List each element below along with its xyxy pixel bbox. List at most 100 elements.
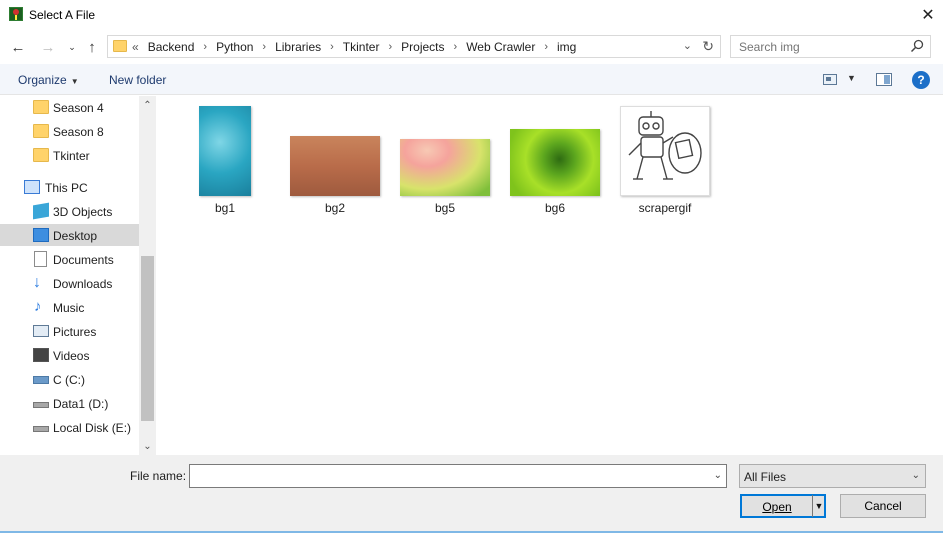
sidebar-item-3d-objects[interactable]: 3D Objects	[0, 200, 139, 222]
image-thumbnail	[290, 136, 380, 196]
back-arrow-icon: ←	[10, 38, 26, 56]
chevron-right-icon[interactable]: ›	[388, 41, 392, 53]
file-type-select[interactable]: All Files ⌄	[739, 464, 926, 488]
back-button[interactable]: ←	[8, 36, 28, 58]
search-icon[interactable]	[910, 39, 924, 53]
file-name-label: File name:	[130, 469, 187, 483]
scroll-down-icon[interactable]: ⌄	[139, 439, 156, 453]
navigation-bar: ← → ⌄ ↑ « Backend › Python › Libraries ›…	[0, 34, 943, 60]
scrollbar-thumb[interactable]	[141, 256, 154, 421]
videos-icon	[33, 348, 49, 362]
sidebar-item-this-pc[interactable]: This PC	[0, 176, 139, 198]
sidebar-item-label: Tkinter	[53, 149, 90, 163]
app-icon	[9, 7, 23, 21]
chevron-right-icon[interactable]: ›	[544, 41, 548, 53]
folder-icon	[33, 100, 49, 114]
sidebar-item-pictures[interactable]: Pictures	[0, 320, 139, 342]
sidebar-item-tkinter[interactable]: Tkinter	[0, 144, 139, 166]
chevron-right-icon[interactable]: ›	[330, 41, 334, 53]
address-bar[interactable]: « Backend › Python › Libraries › Tkinter…	[107, 35, 721, 58]
image-thumbnail	[620, 106, 710, 196]
navigation-pane: Season 4 Season 8 Tkinter This PC 3D Obj…	[0, 96, 156, 455]
desktop-icon	[33, 228, 49, 242]
breadcrumb-web-crawler[interactable]: Web Crawler	[466, 40, 535, 54]
breadcrumb-backend[interactable]: Backend	[148, 40, 195, 54]
file-name: bg6	[544, 201, 566, 215]
breadcrumb-projects[interactable]: Projects	[401, 40, 444, 54]
breadcrumb-libraries[interactable]: Libraries	[275, 40, 321, 54]
sidebar-item-season-8[interactable]: Season 8	[0, 120, 139, 142]
refresh-icon[interactable]: ↻	[702, 38, 714, 55]
drive-icon	[33, 426, 49, 432]
sidebar-item-label: This PC	[45, 181, 88, 195]
file-item-bg5[interactable]: bg5	[399, 104, 491, 216]
file-item-bg2[interactable]: bg2	[289, 104, 381, 216]
file-type-value: All Files	[744, 470, 787, 484]
sidebar-item-drive-c[interactable]: C (C:)	[0, 368, 139, 390]
window-title: Select A File	[29, 8, 96, 22]
sidebar-item-label: Local Disk (E:)	[53, 421, 132, 435]
sidebar-item-downloads[interactable]: ↓ Downloads	[0, 272, 139, 294]
image-thumbnail	[199, 106, 251, 196]
3d-objects-icon	[33, 202, 49, 220]
breadcrumb-overflow[interactable]: «	[132, 40, 139, 54]
sidebar-item-label: Desktop	[53, 229, 98, 243]
breadcrumb: « Backend › Python › Libraries › Tkinter…	[132, 40, 576, 54]
chevron-right-icon[interactable]: ›	[262, 41, 266, 53]
new-folder-button[interactable]: New folder	[109, 73, 166, 87]
organize-menu[interactable]: Organize ▼	[18, 73, 79, 87]
sidebar-item-music[interactable]: ♪ Music	[0, 296, 139, 318]
title-bar: Select A File ✕	[0, 0, 943, 30]
address-history-dropdown-icon[interactable]: ⌄	[683, 39, 692, 52]
dialog-footer: File name: ⌄ All Files ⌄ Open ▼ Cancel	[0, 455, 943, 533]
change-view-icon[interactable]	[823, 74, 837, 85]
close-button[interactable]: ✕	[913, 0, 943, 30]
file-list: bg1 bg2 bg5 bg6 scrapergif	[157, 96, 943, 455]
organize-label: Organize	[18, 73, 67, 87]
breadcrumb-img[interactable]: img	[557, 40, 576, 54]
close-icon: ✕	[921, 7, 935, 24]
preview-pane-icon[interactable]	[876, 73, 892, 86]
computer-icon	[24, 180, 40, 194]
recent-locations-button[interactable]: ⌄	[62, 36, 82, 58]
view-options-dropdown-icon[interactable]: ▼	[847, 73, 856, 83]
chevron-down-icon[interactable]: ⌄	[714, 470, 722, 481]
file-name-input[interactable]	[190, 465, 705, 487]
drive-c-icon	[33, 376, 49, 384]
forward-arrow-icon: →	[40, 38, 56, 56]
sidebar-item-drive-d[interactable]: Data1 (D:)	[0, 392, 139, 414]
forward-button[interactable]: →	[38, 36, 58, 58]
sidebar-item-documents[interactable]: Documents	[0, 248, 139, 270]
up-button[interactable]: ↑	[82, 36, 102, 58]
file-name: bg1	[214, 201, 236, 215]
chevron-right-icon[interactable]: ›	[203, 41, 207, 53]
sidebar-item-drive-e[interactable]: Local Disk (E:)	[0, 416, 139, 438]
sidebar-item-label: Downloads	[53, 277, 113, 291]
sidebar-item-label: Music	[53, 301, 85, 315]
chevron-down-icon: ⌄	[68, 41, 76, 52]
file-item-bg6[interactable]: bg6	[509, 104, 601, 216]
sidebar-item-season-4[interactable]: Season 4	[0, 96, 139, 118]
file-name: bg5	[434, 201, 456, 215]
sidebar-item-desktop[interactable]: Desktop	[0, 224, 139, 246]
downloads-icon: ↓	[33, 274, 41, 291]
sidebar-scrollbar[interactable]: ⌃ ⌄	[139, 96, 156, 455]
folder-icon	[33, 148, 49, 162]
open-button-label: Open	[762, 500, 792, 514]
open-options-dropdown-icon[interactable]: ▼	[812, 495, 825, 517]
search-input[interactable]	[731, 36, 906, 57]
file-item-bg1[interactable]: bg1	[179, 104, 271, 216]
documents-icon	[34, 251, 47, 267]
sidebar-item-label: Season 4	[53, 101, 104, 115]
breadcrumb-tkinter[interactable]: Tkinter	[343, 40, 380, 54]
breadcrumb-python[interactable]: Python	[216, 40, 253, 54]
file-item-scrapergif[interactable]: scrapergif	[619, 104, 711, 216]
chevron-right-icon[interactable]: ›	[454, 41, 458, 53]
help-icon[interactable]: ?	[912, 71, 930, 89]
folder-icon	[113, 40, 127, 52]
cancel-button[interactable]: Cancel	[840, 494, 926, 518]
scroll-up-icon[interactable]: ⌃	[139, 98, 156, 112]
sidebar-item-videos[interactable]: Videos	[0, 344, 139, 366]
open-button[interactable]: Open ▼	[740, 494, 826, 518]
sidebar-item-label: Pictures	[53, 325, 97, 339]
